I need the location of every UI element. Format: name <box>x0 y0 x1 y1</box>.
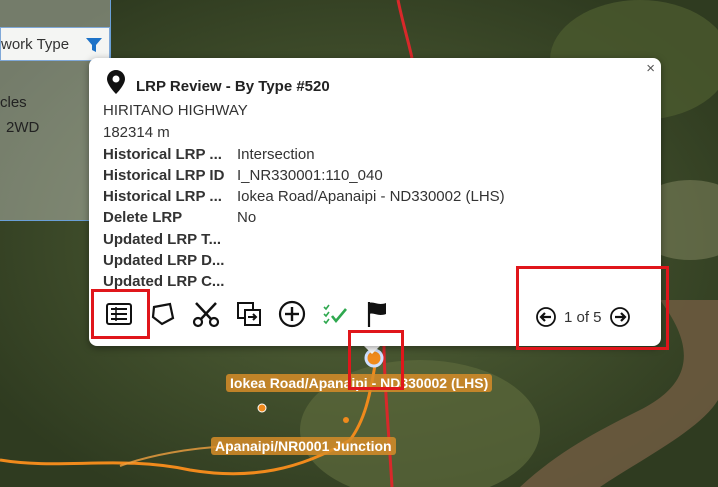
attribute-row: Historical LRP ... Iokea Road/Apanaipi - … <box>103 188 505 205</box>
road-label: Apanaipi/NR0001 Junction <box>211 437 396 455</box>
attribute-row: Updated LRP T... <box>103 231 237 248</box>
polygon-edit-button[interactable] <box>147 298 179 330</box>
cut-button[interactable] <box>190 298 222 330</box>
highlight-box <box>348 330 404 390</box>
attribute-row: Delete LRP No <box>103 209 256 226</box>
attribute-key: Updated LRP C... <box>103 273 225 290</box>
attribute-value: Iokea Road/Apanaipi - ND330002 (LHS) <box>237 188 505 205</box>
validate-button[interactable] <box>319 298 351 330</box>
popup-title: LRP Review - By Type #520 <box>136 78 330 95</box>
attribute-value: No <box>237 209 257 226</box>
road-name: HIRITANO HIGHWAY <box>103 102 248 119</box>
attribute-value: I_NR330001:110_040 <box>237 167 383 184</box>
attribute-row: Historical LRP ... Intersection <box>103 146 315 163</box>
attribute-key: Historical LRP ... <box>103 188 222 205</box>
duplicate-icon <box>237 302 261 326</box>
checklist-icon <box>323 304 347 325</box>
attribute-key: Delete LRP <box>103 209 183 226</box>
polygon-edit-icon <box>151 302 175 326</box>
attribute-row: Updated LRP C... <box>103 273 237 290</box>
attribute-value: Intersection <box>237 146 315 163</box>
flag-button[interactable] <box>361 298 393 330</box>
duplicate-button[interactable] <box>233 298 265 330</box>
add-button[interactable] <box>276 298 308 330</box>
filter-header-label: work Type <box>1 36 70 53</box>
close-icon[interactable]: × <box>646 60 655 77</box>
scissors-icon <box>192 302 220 328</box>
highlight-box <box>516 266 669 350</box>
filter-side-text: 2WD <box>6 119 40 136</box>
attribute-key: Updated LRP D... <box>103 252 225 269</box>
attribute-row: Historical LRP ID I_NR330001:110_040 <box>103 167 383 184</box>
attribute-key: Historical LRP ID <box>103 167 225 184</box>
highlight-box <box>91 289 150 339</box>
add-circle-icon <box>278 300 306 328</box>
filter-header[interactable]: work Type <box>0 27 110 61</box>
filter-side-text: cles <box>0 94 27 111</box>
flag-icon <box>367 302 386 327</box>
distance-value: 182314 m <box>103 124 170 141</box>
map-pin-icon <box>107 70 125 94</box>
filter-icon[interactable] <box>85 36 103 54</box>
attribute-key: Historical LRP ... <box>103 146 222 163</box>
attribute-row: Updated LRP D... <box>103 252 237 269</box>
attribute-key: Updated LRP T... <box>103 231 222 248</box>
